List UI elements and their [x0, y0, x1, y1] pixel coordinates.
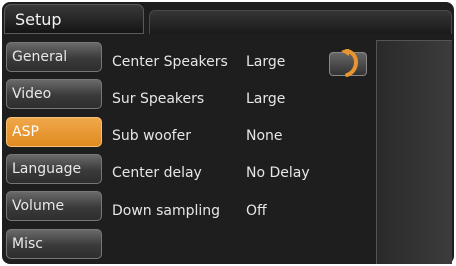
sidebar-item-misc[interactable]: Misc	[6, 229, 102, 259]
setting-row-center-delay[interactable]: Center delay No Delay	[108, 158, 376, 188]
setting-value[interactable]: Large	[246, 84, 285, 114]
setting-value[interactable]: Large	[246, 47, 285, 77]
setting-value[interactable]: Off	[246, 196, 267, 226]
return-arrow-icon	[341, 49, 358, 77]
back-button[interactable]	[329, 49, 367, 77]
sidebar-item-language[interactable]: Language	[6, 154, 102, 184]
setting-value[interactable]: No Delay	[246, 158, 310, 188]
setting-label: Down sampling	[112, 203, 221, 219]
sidebar-item-volume[interactable]: Volume	[6, 191, 102, 221]
setting-label: Sur Speakers	[112, 91, 205, 107]
sidebar-item-general[interactable]: General	[6, 42, 102, 72]
setting-label: Center Speakers	[112, 54, 228, 70]
setting-label: Sub woofer	[112, 128, 191, 144]
page-title: Setup	[15, 10, 62, 29]
sidebar-item-asp[interactable]: ASP	[6, 117, 102, 147]
sidebar-item-video[interactable]: Video	[6, 79, 102, 109]
preview-panel	[376, 40, 452, 264]
setting-label: Center delay	[112, 165, 202, 181]
setting-row-sub-woofer[interactable]: Sub woofer None	[108, 121, 376, 151]
setting-row-down-sampling[interactable]: Down sampling Off	[108, 196, 376, 226]
setting-value[interactable]: None	[246, 121, 283, 151]
setting-row-sur-speakers[interactable]: Sur Speakers Large	[108, 84, 376, 114]
title-tab: Setup	[4, 4, 144, 34]
title-bar-strip	[149, 10, 452, 34]
